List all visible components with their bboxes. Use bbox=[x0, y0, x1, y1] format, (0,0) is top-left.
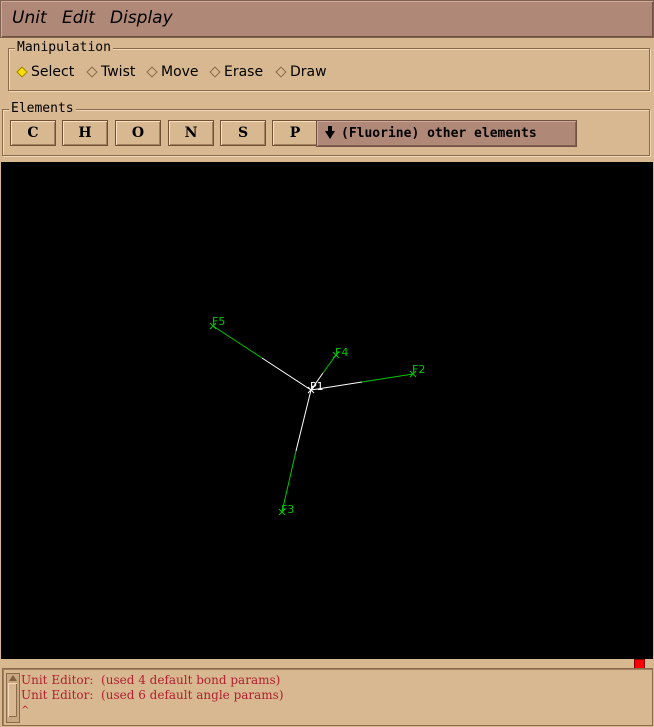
atom-label-f3: F3 bbox=[281, 503, 294, 516]
radio-move-label: Move bbox=[161, 64, 199, 80]
atom-markers bbox=[209, 322, 417, 516]
scroll-up-icon[interactable] bbox=[9, 675, 17, 681]
menu-bar: Unit Edit Display bbox=[0, 0, 654, 38]
radio-draw-label: Draw bbox=[290, 64, 327, 80]
radio-select-label: Select bbox=[31, 64, 75, 80]
radio-twist-indicator-icon bbox=[86, 66, 98, 78]
arrow-down-icon bbox=[325, 125, 335, 139]
text-cursor-icon: ^ bbox=[21, 705, 30, 716]
atom-label-f4: F4 bbox=[335, 346, 348, 359]
bond-p1-f5 bbox=[212, 325, 312, 391]
elements-title: Elements bbox=[9, 101, 76, 116]
radio-erase-indicator-icon bbox=[209, 66, 221, 78]
menu-unit[interactable]: Unit bbox=[12, 8, 47, 28]
manipulation-group: Manipulation Select Twist Move Erase Dra… bbox=[8, 40, 650, 91]
radio-twist[interactable]: Twist bbox=[86, 63, 135, 81]
other-elements-button[interactable]: (Fluorine) other elements bbox=[316, 120, 577, 147]
log-line: Unit Editor: (used 6 default angle param… bbox=[21, 688, 284, 702]
elements-group: Elements C H O N S P (Fluorine) other el… bbox=[2, 101, 650, 156]
bond-p1-f3 bbox=[281, 389, 312, 513]
menu-display[interactable]: Display bbox=[110, 8, 173, 28]
radio-select-indicator-icon bbox=[16, 66, 28, 78]
radio-twist-label: Twist bbox=[101, 64, 136, 80]
radio-erase[interactable]: Erase bbox=[209, 63, 263, 81]
element-button-c[interactable]: C bbox=[10, 120, 56, 146]
bond-p1-f2 bbox=[310, 373, 414, 391]
log-line: Unit Editor: (used 4 default bond params… bbox=[21, 673, 281, 687]
atom-label-f2: F2 bbox=[412, 363, 425, 376]
other-elements-label: (Fluorine) other elements bbox=[341, 126, 537, 141]
atom-label-f5: F5 bbox=[212, 315, 225, 328]
molecule-canvas[interactable]: P1 F5 F4 F2 F3 bbox=[1, 162, 653, 659]
radio-move[interactable]: Move bbox=[146, 63, 199, 81]
radio-draw[interactable]: Draw bbox=[275, 63, 327, 81]
manipulation-title: Manipulation bbox=[15, 40, 113, 55]
molecule-drawing: P1 F5 F4 F2 F3 bbox=[209, 315, 425, 516]
radio-select[interactable]: Select bbox=[16, 63, 74, 81]
element-button-n[interactable]: N bbox=[168, 120, 214, 146]
element-button-h[interactable]: H bbox=[62, 120, 108, 146]
radio-move-indicator-icon bbox=[146, 66, 158, 78]
scroll-thumb[interactable] bbox=[8, 683, 17, 717]
radio-draw-indicator-icon bbox=[275, 66, 287, 78]
element-button-s[interactable]: S bbox=[220, 120, 266, 146]
element-button-p[interactable]: P bbox=[272, 120, 318, 146]
radio-erase-label: Erase bbox=[224, 64, 264, 80]
log-panel[interactable]: Unit Editor: (used 4 default bond params… bbox=[2, 668, 653, 726]
atom-label-p1: P1 bbox=[310, 380, 324, 393]
menu-edit[interactable]: Edit bbox=[62, 8, 95, 28]
log-scrollbar[interactable] bbox=[6, 673, 20, 723]
element-button-o[interactable]: O bbox=[115, 120, 161, 146]
